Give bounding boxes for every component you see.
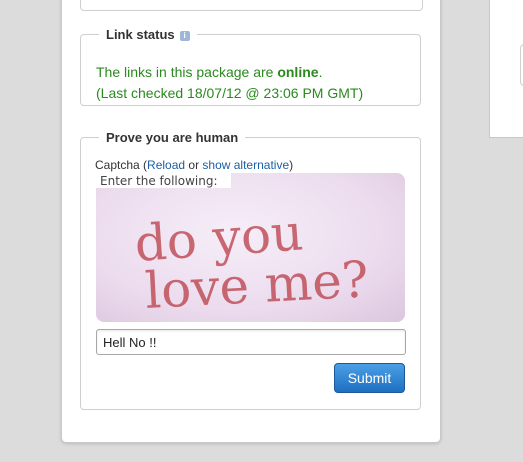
captcha-text-line2: love me? [144,250,370,320]
reload-link[interactable]: Reload [147,158,185,172]
captcha-image: Enter the following: do you love me? [96,173,405,322]
side-panel [489,0,523,138]
online-status-word: online [277,64,319,80]
captcha-legend: Prove you are human [106,130,239,145]
captcha-instruction: Enter the following: [100,174,218,188]
link-status-legend: Link status i [99,27,197,42]
submit-button[interactable]: Submit [334,363,405,393]
previous-section-box [80,0,423,11]
link-status-section: Link status i The links in this package a… [80,27,421,106]
last-checked-text: (Last checked 18/07/12 @ 23:06 PM GMT) [96,85,364,101]
online-status-text: The links in this package are online. [96,64,323,80]
captcha-answer-input[interactable] [96,329,406,355]
captcha-label: Captcha (Reload or show alternative) [95,158,294,172]
info-icon[interactable]: i [179,30,190,41]
show-alternative-link[interactable]: show alternative [202,158,289,172]
main-panel: Link status i The links in this package a… [61,0,441,443]
